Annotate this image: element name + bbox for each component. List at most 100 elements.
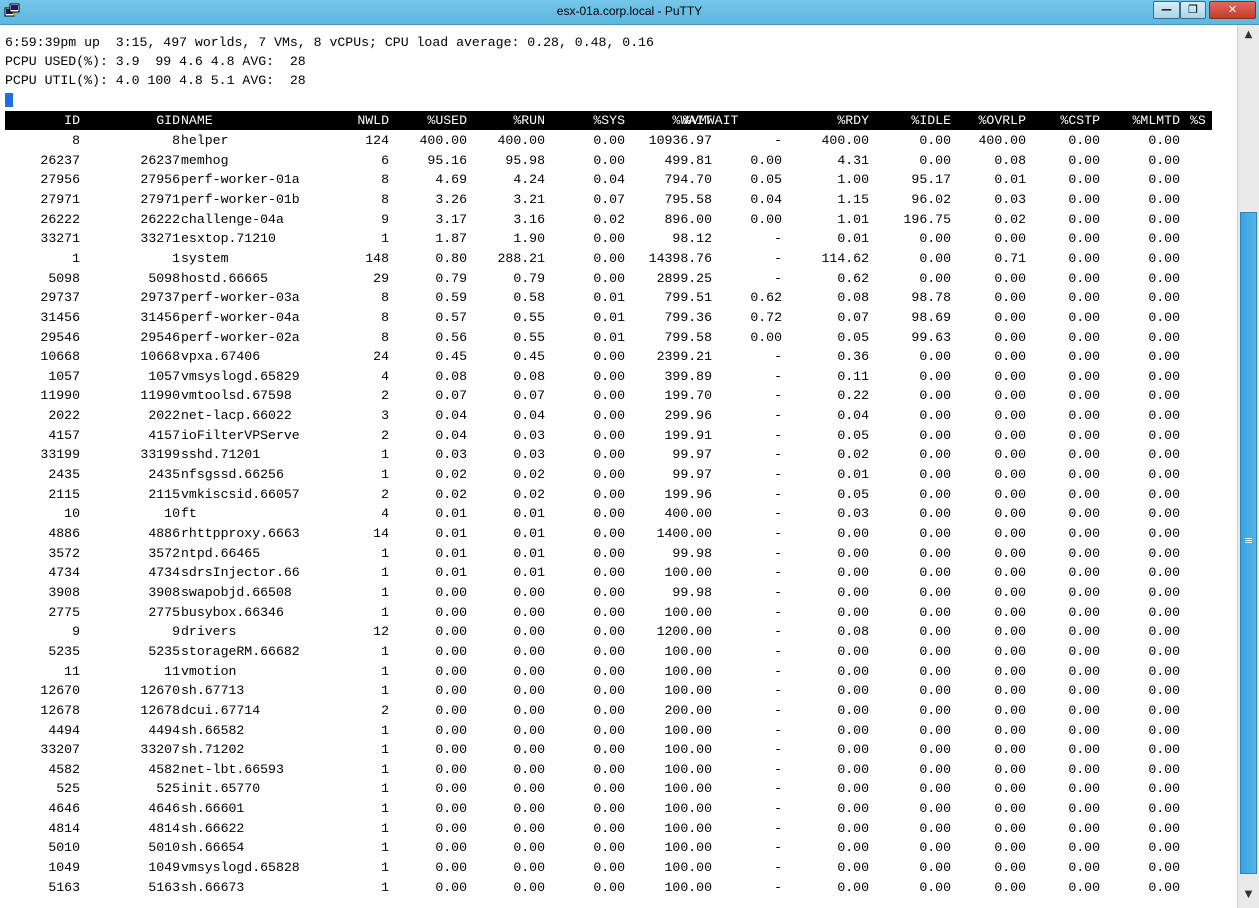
cell-nwld: 1 — [381, 879, 389, 895]
cell-wait: 99.97 — [672, 467, 712, 483]
cell-idle: 0.00 — [919, 683, 951, 699]
cell-cstp: 0.00 — [1068, 742, 1100, 758]
cell-rdy: 1.01 — [837, 211, 869, 227]
cell-name: hostd.66665 — [181, 270, 269, 286]
cell-used: 0.01 — [435, 545, 467, 561]
cell-sys: 0.00 — [593, 270, 625, 286]
cell-gid: 4494 — [148, 722, 180, 738]
cell-cstp: 0.00 — [1068, 133, 1100, 148]
cell-sys: 0.00 — [593, 231, 625, 247]
cell-gid: 27956 — [140, 172, 180, 188]
cell-ovrlp: 0.00 — [994, 545, 1026, 561]
cell-gid: 10668 — [140, 349, 180, 365]
cell-name: dcui.67714 — [181, 702, 261, 718]
table-row: 4886 4886 rhttpproxy.6663 14 0.01 0.01 0.00 140… — [5, 524, 1212, 544]
cell-run: 0.00 — [513, 604, 545, 620]
cell-run: 400.00 — [497, 133, 545, 148]
maximize-button[interactable]: ❐ — [1180, 1, 1206, 19]
cell-id: 12670 — [40, 683, 80, 699]
cell-id: 12678 — [40, 702, 80, 718]
cell-gid: 3908 — [148, 584, 180, 600]
cell-gid: 1049 — [148, 860, 180, 876]
cell-mlmtd: 0.00 — [1148, 584, 1180, 600]
cell-mlmtd: 0.00 — [1148, 722, 1180, 738]
cell-wait: 100.00 — [664, 643, 712, 659]
cell-used: 0.79 — [435, 270, 467, 286]
cell-run: 0.03 — [513, 447, 545, 463]
cell-mlmtd: 0.00 — [1148, 801, 1180, 817]
close-button[interactable]: ✕ — [1209, 1, 1256, 19]
table-row: 29546 29546 perf-worker-02a 8 0.56 0.55 0.01 79… — [5, 328, 1212, 348]
cell-name: storageRM.66682 — [181, 643, 300, 659]
cell-id: 2775 — [48, 604, 80, 620]
cell-wait: 799.51 — [664, 290, 712, 306]
cell-mlmtd: 0.00 — [1148, 270, 1180, 286]
cell-run: 3.16 — [513, 211, 545, 227]
column-header-nwld: NWLD — [357, 113, 389, 128]
cell-used: 1.87 — [435, 231, 467, 247]
cell-mlmtd: 0.00 — [1148, 211, 1180, 227]
table-row: 9 9 drivers 12 0.00 0.00 0.00 1200.00-0.08 0.00 0… — [5, 622, 1212, 642]
cell-run: 0.45 — [513, 349, 545, 365]
minimize-button[interactable]: — — [1153, 1, 1180, 19]
cell-id: 4734 — [48, 565, 80, 581]
cell-ovrlp: 0.00 — [994, 408, 1026, 424]
cell-wait: 199.96 — [664, 486, 712, 502]
vertical-scrollbar[interactable]: ▲ ≡ ▼ — [1237, 25, 1259, 908]
cell-wait: 100.00 — [664, 683, 712, 699]
cell-mlmtd: 0.00 — [1148, 624, 1180, 640]
cell-idle: 0.00 — [919, 388, 951, 404]
cell-nwld: 3 — [381, 408, 389, 424]
cell-rdy: 1.00 — [837, 172, 869, 188]
scroll-up-arrow-icon[interactable]: ▲ — [1240, 27, 1257, 43]
cell-nwld: 1 — [381, 447, 389, 463]
cell-sys: 0.00 — [593, 133, 625, 148]
cell-id: 29546 — [40, 329, 80, 345]
column-header-name: NAME — [181, 113, 213, 128]
table-row: 1 1 system 148 0.80 288.21 0.00 14398.76-114.62… — [5, 249, 1212, 269]
column-header-used: %USED — [427, 113, 467, 128]
cell-sys: 0.00 — [593, 584, 625, 600]
terminal-screen[interactable]: 6:59:39pm up 3:15, 497 worlds, 7 VMs, 8 … — [0, 25, 1236, 908]
cell-used: 4.69 — [435, 172, 467, 188]
cell-name: sh.66654 — [181, 840, 245, 856]
cell-id: 4814 — [48, 820, 80, 836]
cell-nwld: 4 — [381, 368, 389, 384]
cell-wait: 2899.25 — [656, 270, 712, 286]
cell-name: sh.66673 — [181, 879, 245, 895]
cell-mlmtd: 0.00 — [1148, 408, 1180, 424]
cell-gid: 4814 — [148, 820, 180, 836]
scroll-thumb[interactable]: ≡ — [1240, 212, 1257, 874]
table-row: 12678 12678 dcui.67714 2 0.00 0.00 0.00 200.00-… — [5, 701, 1212, 721]
cell-rdy: 0.08 — [837, 624, 869, 640]
cell-nwld: 4 — [381, 506, 389, 522]
cell-nwld: 9 — [381, 211, 389, 227]
cell-name: sh.66582 — [181, 722, 245, 738]
cell-sys: 0.00 — [593, 643, 625, 659]
cell-name: memhog — [181, 152, 229, 168]
cell-nwld: 1 — [381, 565, 389, 581]
cell-rdy: 0.00 — [837, 683, 869, 699]
cell-idle: 0.00 — [919, 820, 951, 836]
cell-id: 27971 — [40, 191, 80, 207]
cell-sys: 0.00 — [593, 860, 625, 876]
table-row: 5163 5163 sh.66673 1 0.00 0.00 0.00 100.00-0.00… — [5, 878, 1212, 898]
cell-nwld: 2 — [381, 388, 389, 404]
cell-used: 0.00 — [435, 702, 467, 718]
cell-run: 0.01 — [513, 526, 545, 541]
cell-wait: 199.70 — [664, 388, 712, 404]
cell-idle: 0.00 — [919, 526, 951, 541]
cell-id: 4582 — [48, 761, 80, 777]
cell-rdy: 0.00 — [837, 742, 869, 758]
cell-run: 0.00 — [513, 860, 545, 876]
cell-vmwait: - — [774, 761, 782, 777]
cell-wait: 99.97 — [672, 447, 712, 463]
table-row: 4157 4157 ioFilterVPServe 2 0.04 0.03 0.00 199.… — [5, 426, 1212, 446]
cell-vmwait: - — [774, 545, 782, 561]
window-titlebar[interactable]: esx-01a.corp.local - PuTTY — ❐ ✕ — [0, 0, 1259, 25]
cell-nwld: 14 — [373, 526, 389, 541]
scroll-down-arrow-icon[interactable]: ▼ — [1240, 887, 1257, 903]
cell-sys: 0.00 — [593, 368, 625, 384]
cell-wait: 1200.00 — [656, 624, 712, 640]
table-row: 5235 5235 storageRM.66682 1 0.00 0.00 0.00 100.… — [5, 642, 1212, 662]
